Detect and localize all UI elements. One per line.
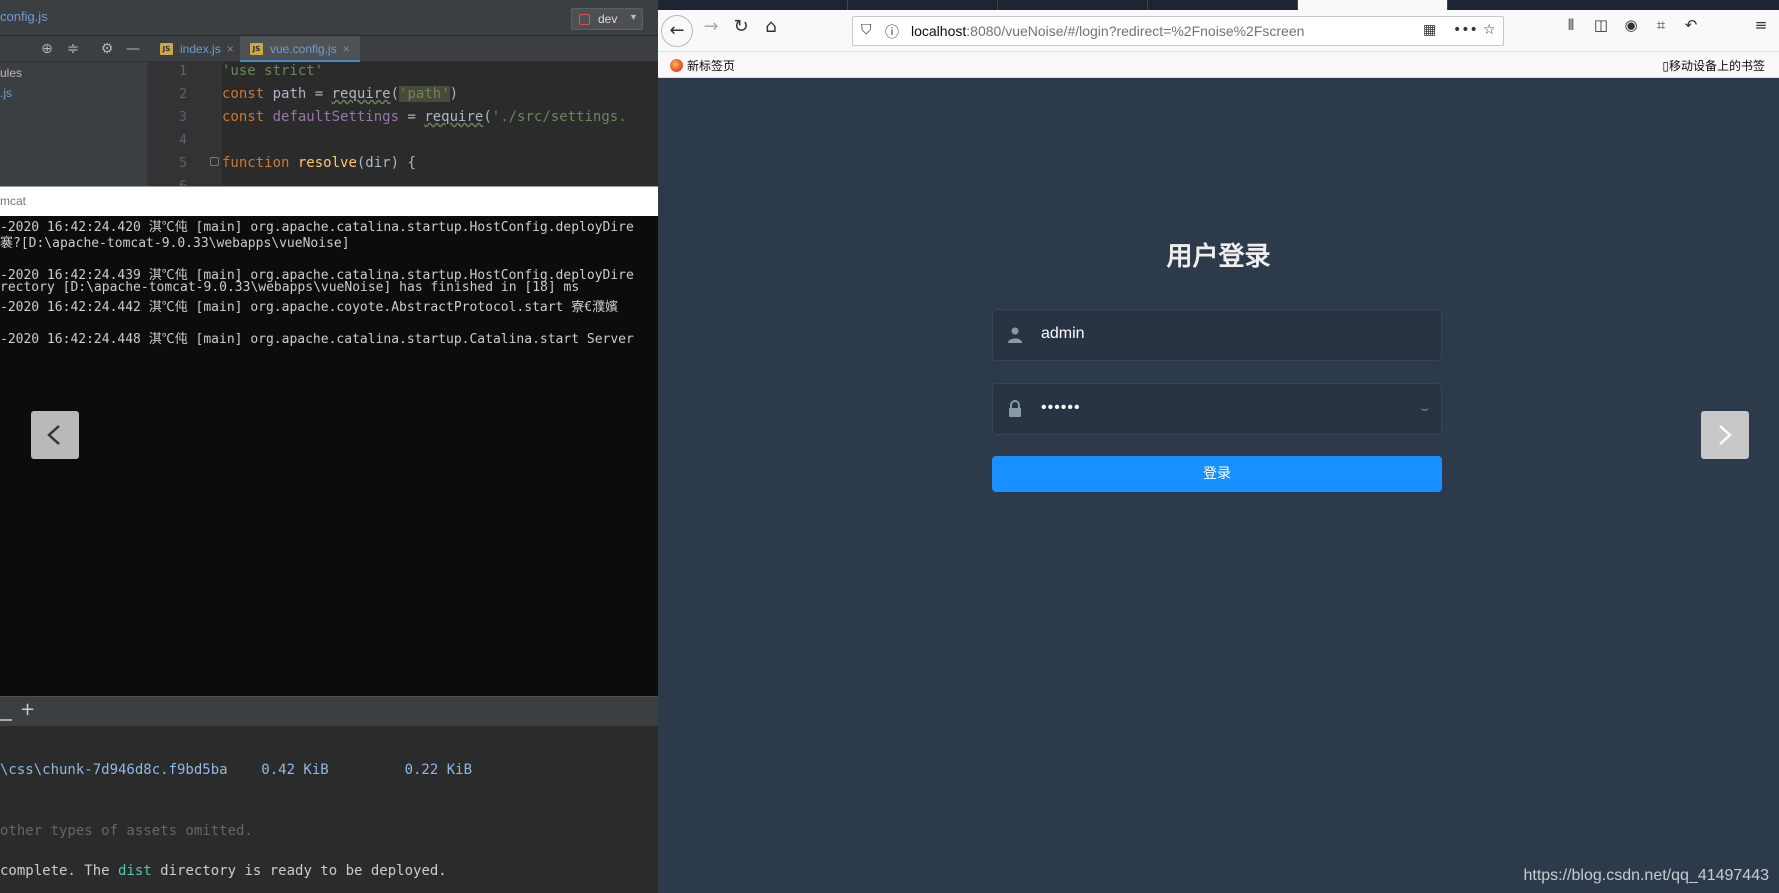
terminal-title: mcat	[0, 194, 27, 208]
project-item[interactable]: ules	[0, 66, 22, 80]
next-slide-button[interactable]	[1701, 411, 1749, 459]
minimize-icon[interactable]: —	[124, 40, 142, 58]
back-button[interactable]: ←	[661, 15, 693, 47]
crosshair-icon[interactable]: ⊕	[38, 40, 56, 58]
password-value: ••••••	[1041, 399, 1081, 416]
terminal-line: 褰?[D:\apache-tomcat-9.0.33\webapps\vueNo…	[0, 236, 350, 251]
close-icon[interactable]: ×	[343, 42, 350, 56]
close-icon[interactable]: ×	[227, 42, 234, 56]
bookmark-new-tab[interactable]: 新标签页	[670, 57, 735, 74]
collapse-icon[interactable]: ≑	[64, 40, 82, 58]
code-line: const path = require('path')	[222, 86, 459, 102]
crop-icon[interactable]: ⌗	[1646, 16, 1676, 46]
browser-window: ← → ↻ ⌂ ⛉ ⓘ localhost:8080/vueNoise/#/lo…	[658, 0, 1779, 893]
tomcat-terminal[interactable]: -2020 16:42:24.420 淇℃伅 [main] org.apache…	[0, 216, 658, 696]
browser-tab[interactable]	[998, 0, 1148, 10]
shield-icon[interactable]: ⛉	[861, 22, 872, 38]
phone-icon: ▯	[1662, 59, 1669, 73]
browser-tab-active[interactable]	[1298, 0, 1448, 10]
run-tool-bar: +	[0, 696, 658, 726]
home-button[interactable]: ⌂	[756, 16, 786, 46]
url-bar[interactable]: ⛉ ⓘ localhost:8080/vueNoise/#/login?redi…	[852, 16, 1504, 46]
login-button[interactable]: 登录	[992, 456, 1442, 492]
browser-tab[interactable]	[1148, 0, 1298, 10]
branch-selector[interactable]: dev ▼	[571, 8, 643, 30]
output-line: \css\chunk-7d946d8c.f9bd5ba 0.42 KiB 0.2…	[0, 762, 473, 778]
terminal-line: -2020 16:42:24.448 淇℃伅 [main] org.apache…	[0, 332, 634, 347]
login-title: 用户登录	[1166, 242, 1271, 272]
build-output: \css\chunk-7d946d8c.f9bd5ba 0.42 KiB 0.2…	[0, 726, 658, 893]
line-number: 5	[179, 156, 187, 171]
code-line: 'use strict'	[222, 63, 324, 79]
browser-tab-strip	[658, 0, 1779, 10]
previous-slide-button[interactable]	[31, 411, 79, 459]
reload-button[interactable]: ↻	[726, 16, 756, 46]
run-tab[interactable]	[0, 703, 12, 721]
project-item[interactable]: .js	[0, 86, 12, 100]
terminal-line: rectory [D:\apache-tomcat-9.0.33\webapps…	[0, 280, 580, 295]
password-field[interactable]: •••••• ⌣	[992, 383, 1442, 435]
code-editor[interactable]: 'use strict' const path = require('path'…	[222, 62, 658, 186]
watermark: https://blog.csdn.net/qq_41497443	[1523, 867, 1769, 884]
line-number: 1	[179, 64, 187, 79]
info-icon[interactable]: ⓘ	[885, 22, 899, 42]
library-icon[interactable]: ⫴	[1556, 16, 1586, 46]
tab-index-js[interactable]: JS index.js ×	[150, 36, 244, 62]
line-gutter: 1 2 3 4 5 6	[147, 62, 222, 194]
browser-navbar: ← → ↻ ⌂ ⛉ ⓘ localhost:8080/vueNoise/#/lo…	[658, 10, 1779, 52]
account-icon[interactable]: ◉	[1616, 16, 1646, 46]
browser-tab[interactable]	[848, 0, 998, 10]
terminal-line: -2020 16:42:24.442 淇℃伅 [main] org.apache…	[0, 300, 619, 315]
ide-window: config.js dev ▼ ⊕ ≑ ⚙ — JS index.js × JS …	[0, 0, 658, 893]
branch-label: dev	[598, 12, 618, 26]
sidebar-icon[interactable]: ◫	[1586, 16, 1616, 46]
qr-code-icon[interactable]: ▦	[1423, 22, 1436, 38]
menu-icon[interactable]: ≡	[1746, 16, 1776, 46]
bookmark-mobile[interactable]: ▯移动设备上的书签	[1662, 57, 1765, 74]
star-icon[interactable]: ☆	[1483, 22, 1496, 38]
ide-title-bar: config.js dev ▼	[0, 0, 658, 36]
browser-tab[interactable]	[698, 0, 848, 10]
lock-icon	[1009, 400, 1021, 417]
fold-marker-icon[interactable]	[210, 157, 219, 166]
chevron-down-icon: ▼	[629, 12, 638, 22]
branch-icon	[579, 14, 590, 25]
output-line: complete. The dist directory is ready to…	[0, 863, 447, 879]
username-value: admin	[1041, 325, 1085, 342]
tab-label: index.js	[180, 42, 221, 56]
gear-icon[interactable]: ⚙	[98, 40, 116, 58]
output-line: other types of assets omitted.	[0, 823, 253, 839]
js-file-icon: JS	[250, 43, 263, 55]
project-tree: ules .js	[0, 62, 147, 186]
eye-closed-icon[interactable]: ⌣	[1420, 402, 1429, 417]
chevron-right-icon	[1719, 425, 1732, 445]
tab-label: vue.config.js	[270, 42, 337, 56]
undo-icon[interactable]: ↶	[1676, 16, 1706, 46]
bookmarks-toolbar: 新标签页 ▯移动设备上的书签	[658, 52, 1779, 78]
url-text[interactable]: localhost:8080/vueNoise/#/login?redirect…	[911, 23, 1304, 39]
terminal-header: mcat	[0, 186, 658, 216]
line-number: 4	[179, 133, 187, 148]
code-line: const defaultSettings = require('./src/s…	[222, 109, 627, 125]
add-tab-button[interactable]: +	[20, 699, 35, 720]
chevron-left-icon	[47, 425, 60, 445]
forward-button[interactable]: →	[696, 16, 726, 46]
firefox-icon	[670, 59, 683, 72]
more-actions-icon[interactable]: •••	[1453, 22, 1478, 38]
line-number: 2	[179, 87, 187, 102]
ide-file-title: config.js	[0, 9, 48, 24]
login-page: 用户登录 admin •••••• ⌣ 登录 https://blog.csdn…	[658, 78, 1779, 893]
user-icon	[1008, 327, 1022, 343]
ide-toolbar: ⊕ ≑ ⚙ — JS index.js × JS vue.config.js ×	[0, 36, 658, 62]
tab-vue-config-js[interactable]: JS vue.config.js ×	[240, 36, 360, 62]
line-number: 3	[179, 110, 187, 125]
js-file-icon: JS	[160, 43, 173, 55]
code-line: function resolve(dir) {	[222, 155, 416, 171]
username-field[interactable]: admin	[992, 309, 1442, 361]
